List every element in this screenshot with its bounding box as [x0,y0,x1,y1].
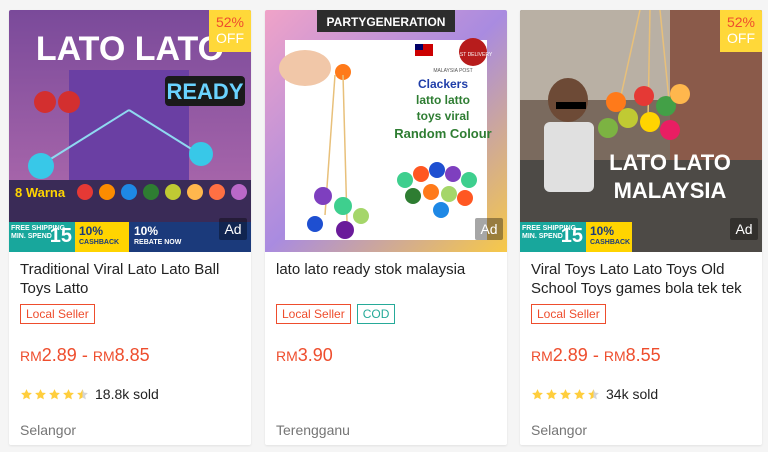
ad-badge: Ad [730,218,758,240]
product-location: Selangor [531,422,588,438]
cashback-badge: 10% CASHBACK [75,222,129,252]
star-icon [21,388,32,399]
rating-row: 34k sold [531,386,658,402]
product-image[interactable]: LATO LATO MALAYSIA FREE SHIPPING MIN. SP… [520,10,762,252]
star-icon [574,388,585,399]
svg-text:8 Warna: 8 Warna [15,185,66,200]
star-icon [49,388,60,399]
product-location: Selangor [20,422,77,438]
rating-stars [20,388,89,401]
product-location: Terengganu [276,422,350,438]
promo-strip: FREE SHIPPING MIN. SPEND 15 10% CASHBACK [520,222,632,252]
svg-text:READY: READY [166,79,243,104]
product-price: RM3.90 [276,345,333,365]
product-card[interactable]: LATO LATO MALAYSIA FREE SHIPPING MIN. SP… [520,10,762,445]
star-icon [532,388,543,399]
svg-text:PARTYGENERATION: PARTYGENERATION [327,15,446,29]
svg-text:toys viral: toys viral [417,109,470,123]
local-seller-tag: Local Seller [276,304,351,324]
product-price: RM2.89 - RM8.55 [531,345,661,365]
tag-row: Local Seller [20,304,95,324]
rating-stars [531,388,600,401]
product-title[interactable]: Traditional Viral Lato Lato Ball Toys La… [20,260,242,298]
rating-row: 18.8k sold [20,386,159,402]
product-title[interactable]: lato lato ready stok malaysia [276,260,498,279]
ad-badge: Ad [219,218,247,240]
product-card[interactable]: LATO LATO READY 8 Warna FREE SHIPPING MI… [9,10,251,445]
cod-tag: COD [356,304,396,324]
star-icon [63,388,74,399]
cashback-badge: 10% CASHBACK [586,222,632,252]
star-icon [77,388,88,399]
rebate-badge: 10% REBATE NOW [134,224,182,246]
local-seller-tag: Local Seller [531,304,606,324]
free-shipping-badge: FREE SHIPPING MIN. SPEND 15 [520,222,586,252]
svg-text:Clackers: Clackers [418,77,468,91]
free-shipping-badge: FREE SHIPPING MIN. SPEND 15 [9,222,75,252]
product-image[interactable]: LATO LATO READY 8 Warna FREE SHIPPING MI… [9,10,251,252]
tag-row: Local Seller [531,304,606,324]
sold-count: 18.8k sold [95,386,159,402]
tag-row: Local Seller COD [276,304,396,324]
svg-text:Random Colour: Random Colour [394,126,492,141]
product-price: RM2.89 - RM8.85 [20,345,150,365]
promo-strip: FREE SHIPPING MIN. SPEND 15 10% CASHBACK… [9,222,251,252]
product-card[interactable]: PARTYGENERATION Clackers latto latto toy… [265,10,507,445]
svg-text:FAST DELIVERY: FAST DELIVERY [454,52,493,58]
ad-badge: Ad [475,218,503,240]
star-icon [35,388,46,399]
product-title[interactable]: Viral Toys Lato Lato Toys Old School Toy… [531,260,753,298]
sold-count: 34k sold [606,386,659,402]
local-seller-tag: Local Seller [20,304,95,324]
svg-text:LATO LATO: LATO LATO [609,150,731,175]
product-image[interactable]: PARTYGENERATION Clackers latto latto toy… [265,10,507,252]
star-icon [560,388,571,399]
discount-badge: 52% OFF [720,10,762,52]
star-icon [588,388,599,399]
svg-text:latto latto: latto latto [416,93,470,107]
svg-text:MALAYSIA POST: MALAYSIA POST [433,68,472,74]
discount-badge: 52% OFF [209,10,251,52]
svg-text:LATO LATO: LATO LATO [36,30,224,68]
svg-text:MALAYSIA: MALAYSIA [614,178,727,203]
star-icon [546,388,557,399]
product-photo: PARTYGENERATION Clackers latto latto toy… [265,10,507,252]
